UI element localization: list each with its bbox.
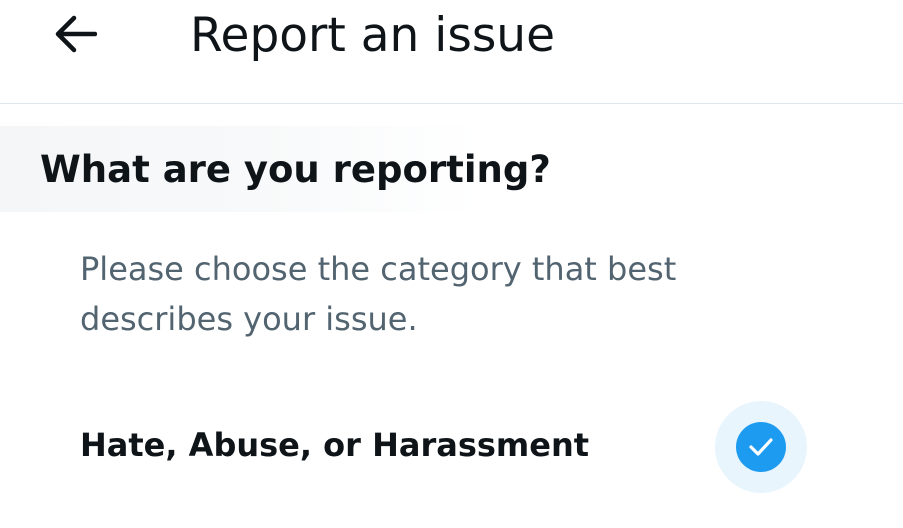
selected-radio[interactable] xyxy=(715,401,807,493)
checkmark-icon xyxy=(749,438,773,456)
app-header: Report an issue xyxy=(0,0,903,104)
check-circle xyxy=(736,422,786,472)
back-button[interactable] xyxy=(40,4,110,64)
report-issue-screen: Report an issue What are you reporting? … xyxy=(0,0,903,528)
option-label: Hate, Abuse, or Harassment xyxy=(80,426,590,464)
arrow-left-icon xyxy=(55,15,97,53)
section-title: What are you reporting? xyxy=(40,148,551,191)
option-hate-abuse-harassment[interactable]: Hate, Abuse, or Harassment xyxy=(0,396,903,496)
section-description: Please choose the category that best des… xyxy=(80,250,677,338)
page-title: Report an issue xyxy=(190,8,556,63)
